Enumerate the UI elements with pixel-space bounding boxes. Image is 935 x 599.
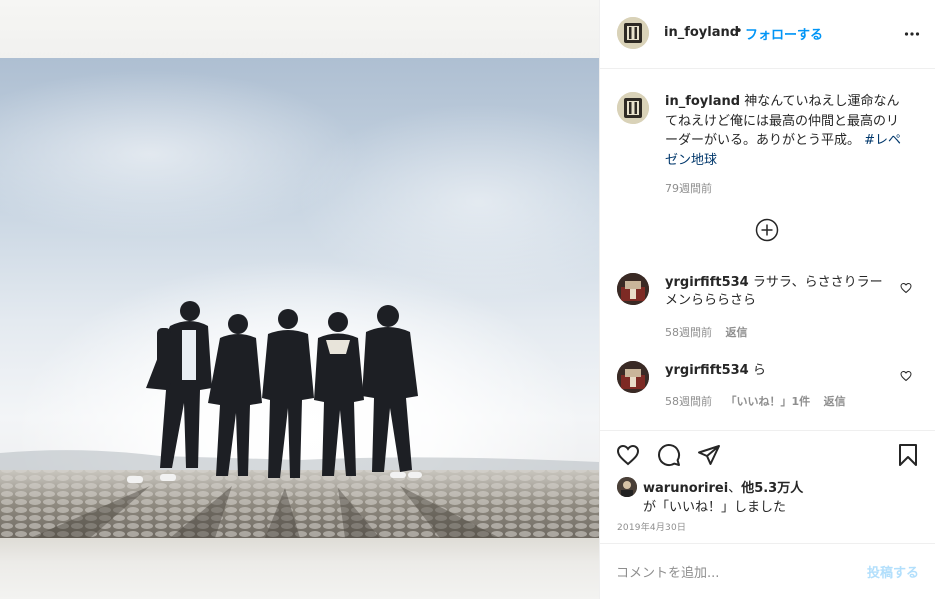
comment-like-heart-icon[interactable] <box>900 282 912 294</box>
comment-text: yrgirfift534 ラサラ、らささりラーメンらららさら <box>665 274 890 310</box>
likes-others-count[interactable]: 他5.3万人 <box>741 481 803 496</box>
comment-bubble-icon[interactable] <box>657 443 681 467</box>
profile-logo-icon <box>617 17 649 49</box>
avatar[interactable] <box>617 273 649 305</box>
avatar[interactable] <box>617 92 649 124</box>
commenter-avatar-icon <box>617 361 649 393</box>
comment-like-heart-icon[interactable] <box>900 370 912 382</box>
author-username[interactable]: in_foyland <box>664 25 739 40</box>
commenter-avatar-icon <box>617 273 649 305</box>
load-more-comments-icon[interactable] <box>755 218 779 242</box>
comment-text: yrgirfift534 ら <box>665 362 890 380</box>
photo-letterbox-top <box>0 0 599 58</box>
comment-reply-button[interactable]: 返信 <box>726 326 748 339</box>
post-side-panel: in_foyland • フォローする in_foyland 神なんていねえし運… <box>599 0 935 599</box>
caption-username[interactable]: in_foyland <box>665 94 740 109</box>
likes-suffix: が「いいね！」しました <box>643 500 787 515</box>
comment-meta: 58週間前 「いいね！」1件 返信 <box>665 393 856 409</box>
comment-reply-button[interactable]: 返信 <box>824 395 846 408</box>
caption-text: in_foyland 神なんていねえし運命なんてねえけど俺には最高の仲間と最高の… <box>665 92 910 170</box>
save-bookmark-icon[interactable] <box>896 443 920 467</box>
comment-timestamp[interactable]: 58週間前 <box>665 395 712 408</box>
comment-username[interactable]: yrgirfift534 <box>665 363 749 378</box>
liker-avatar-icon <box>617 477 637 497</box>
post-photo[interactable] <box>0 58 599 538</box>
add-comment-bar: コメントを追加... 投稿する <box>600 543 935 599</box>
likes-joiner: 、 <box>728 481 742 496</box>
comment-meta: 58週間前 返信 <box>665 324 758 340</box>
avatar[interactable] <box>617 17 649 49</box>
caption-timestamp[interactable]: 79週間前 <box>665 180 712 196</box>
photo-viewer <box>0 0 599 599</box>
comment-input[interactable]: コメントを追加... <box>616 562 719 581</box>
header-separator: • <box>735 24 743 39</box>
share-paper-plane-icon[interactable] <box>697 443 721 467</box>
photo-letterbox-bottom <box>0 538 599 599</box>
comment-body: ら <box>752 363 766 378</box>
profile-logo-icon <box>617 92 649 124</box>
post-comment-button[interactable]: 投稿する <box>867 562 919 581</box>
post-date[interactable]: 2019年4月30日 <box>617 520 686 533</box>
comment-likes-count[interactable]: 「いいね！」1件 <box>726 395 811 408</box>
likes-line: warunorirei、他5.3万人 <box>643 477 803 496</box>
liker-username[interactable]: warunorirei <box>643 481 728 496</box>
more-options-icon[interactable] <box>904 26 920 42</box>
follow-button[interactable]: フォローする <box>745 24 823 43</box>
post-action-bar <box>600 430 935 480</box>
photo-scene <box>0 301 599 538</box>
post-header: in_foyland • フォローする <box>600 0 935 69</box>
comment-username[interactable]: yrgirfift534 <box>665 275 749 290</box>
liker-avatar[interactable] <box>617 477 637 497</box>
comment-timestamp[interactable]: 58週間前 <box>665 326 712 339</box>
like-heart-icon[interactable] <box>616 443 640 467</box>
avatar[interactable] <box>617 361 649 393</box>
